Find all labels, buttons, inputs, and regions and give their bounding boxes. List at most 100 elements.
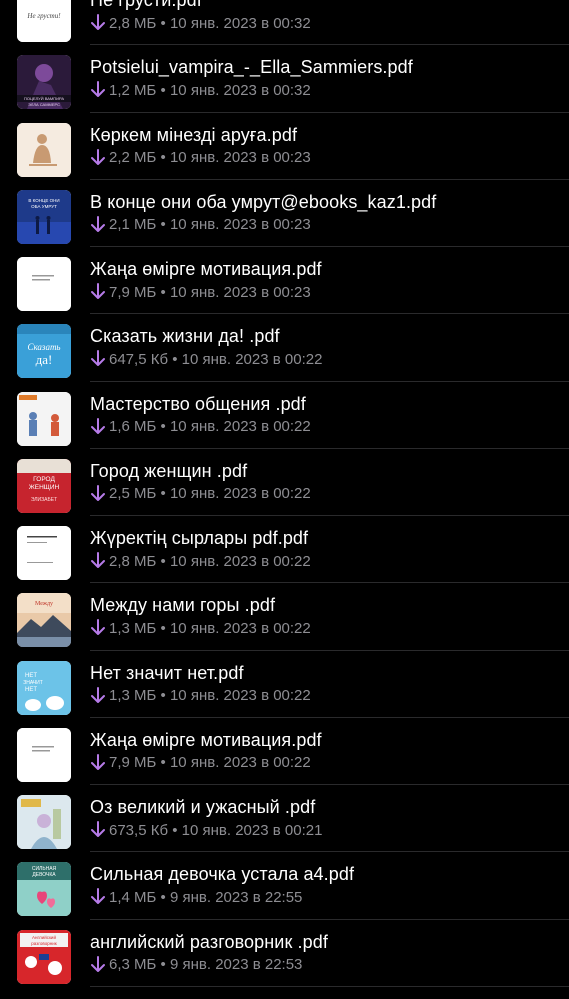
- meta-separator: •: [160, 552, 166, 570]
- file-row[interactable]: Жаңа өмірге мотивация.pdf 7,9 МБ • 10 ян…: [0, 718, 569, 785]
- svg-text:ЗНАЧИТ: ЗНАЧИТ: [23, 680, 43, 686]
- file-row[interactable]: ГОРОД ЖЕНЩИН ЭЛИЗАБЕТ Город женщин .pdf …: [0, 449, 569, 516]
- download-arrow-icon: [91, 417, 105, 434]
- file-date: 10 янв. 2023 в 00:22: [181, 350, 323, 368]
- file-meta: 1,3 МБ • 10 янв. 2023 в 00:22: [90, 619, 311, 637]
- file-size: 7,9 МБ: [109, 754, 157, 772]
- file-thumbnail: Не грусти!: [17, 0, 71, 42]
- file-date: 10 янв. 2023 в 00:22: [169, 418, 311, 435]
- file-row[interactable]: Мастерство общения .pdf 1,6 МБ • 10 янв.…: [0, 382, 569, 449]
- book-cover-icon: [17, 727, 71, 782]
- svg-text:Английский: Английский: [32, 934, 56, 940]
- file-thumbnail: ПОЦЕЛУЙ ВАМПИРА ЭЛЛА САММЕРС: [17, 55, 71, 110]
- file-row[interactable]: СИЛЬНАЯ ДЕВОЧКА Сильная девочка устала а…: [0, 852, 569, 920]
- file-row[interactable]: Көркем мінезді аруға.pdf 2,2 МБ • 10 янв…: [0, 113, 569, 180]
- file-size: 6,3 МБ: [109, 956, 157, 973]
- download-arrow-icon: [91, 215, 105, 232]
- file-date: 10 янв. 2023 в 00:32: [169, 14, 311, 32]
- file-size: 1,6 МБ: [109, 418, 157, 435]
- download-arrow-icon: [91, 619, 105, 636]
- svg-text:ДЕВОЧКА: ДЕВОЧКА: [32, 872, 56, 878]
- file-size: 2,8 МБ: [109, 552, 157, 570]
- file-meta: 2,8 МБ • 10 янв. 2023 в 00:32: [90, 14, 311, 32]
- row-divider: [90, 985, 569, 987]
- file-meta: 1,3 МБ • 10 янв. 2023 в 00:22: [90, 686, 311, 705]
- svg-text:ЭЛИЗАБЕТ: ЭЛИЗАБЕТ: [31, 497, 57, 503]
- file-row[interactable]: Английский разговорник английский разгов…: [0, 920, 569, 987]
- file-name: Жаңа өмірге мотивация.pdf: [90, 729, 322, 750]
- book-cover-icon: Между: [17, 593, 71, 648]
- file-date: 10 янв. 2023 в 00:21: [181, 821, 323, 839]
- file-meta: 7,9 МБ • 10 янв. 2023 в 00:22: [90, 753, 311, 772]
- download-arrow-icon: [91, 955, 105, 972]
- file-row[interactable]: Жүректің сырлары pdf.pdf 2,8 МБ • 10 янв…: [0, 516, 569, 584]
- file-date: 9 янв. 2023 в 22:53: [169, 956, 303, 973]
- file-row[interactable]: Оз великий и ужасный .pdf 673,5 Кб • 10 …: [0, 785, 569, 853]
- file-size: 647,5 Кб: [109, 350, 169, 368]
- svg-text:ГОРОД: ГОРОД: [33, 476, 55, 483]
- file-meta: 2,2 МБ • 10 янв. 2023 в 00:23: [90, 148, 311, 167]
- file-row[interactable]: Между Между нами горы .pdf 1,3 МБ • 10 я…: [0, 583, 569, 651]
- svg-text:ОБА УМРУТ: ОБА УМРУТ: [31, 204, 57, 209]
- file-row[interactable]: Жаңа өмірге мотивация.pdf 7,9 МБ • 10 ян…: [0, 247, 569, 315]
- meta-separator: •: [160, 149, 166, 166]
- file-thumbnail: [17, 727, 71, 782]
- file-meta: 1,4 МБ • 9 янв. 2023 в 22:55: [90, 888, 302, 906]
- file-name: Нет значит нет.pdf: [90, 662, 244, 683]
- download-arrow-icon: [91, 552, 105, 568]
- file-name: английский разговорник .pdf: [90, 931, 328, 952]
- file-thumbnail: [17, 391, 71, 446]
- file-thumbnail: Между: [17, 593, 71, 648]
- file-name: Оз великий и ужасный .pdf: [90, 797, 316, 817]
- file-row[interactable]: НЕТ ЗНАЧИТ НЕТ Нет значит нет.pdf 1,3 МБ…: [0, 651, 569, 718]
- meta-separator: •: [160, 888, 166, 906]
- file-meta: 647,5 Кб • 10 янв. 2023 в 00:22: [90, 350, 322, 368]
- file-row[interactable]: Сказать да! Сказать жизни да! .pdf 647,5…: [0, 314, 569, 382]
- file-name: Жүректің сырлары pdf.pdf: [90, 528, 309, 548]
- book-cover-icon: В КОНЦЕ ОНИ ОБА УМРУТ: [17, 189, 71, 244]
- book-cover-icon: Сказать да!: [17, 324, 71, 379]
- file-thumbnail: [17, 526, 71, 580]
- meta-separator: •: [160, 956, 166, 973]
- file-row[interactable]: В КОНЦЕ ОНИ ОБА УМРУТ В конце они оба ум…: [0, 180, 569, 247]
- download-arrow-icon: [91, 753, 105, 770]
- download-arrow-icon: [91, 81, 105, 98]
- file-thumbnail: Английский разговорник: [17, 929, 71, 984]
- download-arrow-icon: [91, 888, 105, 905]
- book-cover-icon: [17, 526, 71, 580]
- file-name: Жаңа өмірге мотивация.pdf: [90, 259, 322, 279]
- file-thumbnail: Сказать да!: [17, 324, 71, 379]
- svg-text:ЭЛЛА САММЕРС: ЭЛЛА САММЕРС: [28, 102, 60, 107]
- file-name: Не грусти.pdf: [90, 0, 202, 10]
- file-size: 1,3 МБ: [109, 687, 157, 704]
- file-date: 9 янв. 2023 в 22:55: [169, 888, 303, 906]
- svg-text:разговорник: разговорник: [31, 941, 56, 946]
- book-cover-icon: НЕТ ЗНАЧИТ НЕТ: [17, 660, 71, 715]
- file-meta: 2,8 МБ • 10 янв. 2023 в 00:22: [90, 552, 311, 570]
- file-name: Сказать жизни да! .pdf: [90, 326, 280, 347]
- file-thumbnail: [17, 122, 71, 177]
- meta-separator: •: [160, 619, 166, 637]
- book-cover-icon: ГОРОД ЖЕНЩИН ЭЛИЗАБЕТ: [17, 458, 71, 513]
- file-row[interactable]: Не грусти! Не грусти.pdf 2,8 МБ • 10 янв…: [0, 0, 569, 46]
- file-size: 2,5 МБ: [109, 485, 157, 503]
- file-name: Potsielui_vampira_-_Ella_Sammiers.pdf: [90, 57, 413, 78]
- download-arrow-icon: [91, 350, 105, 367]
- file-size: 2,2 МБ: [109, 149, 157, 166]
- file-size: 1,2 МБ: [109, 81, 157, 99]
- svg-text:Между: Между: [35, 601, 53, 607]
- file-meta: 1,6 МБ • 10 янв. 2023 в 00:22: [90, 417, 311, 436]
- file-name: Көркем мінезді аруға.pdf: [90, 124, 298, 145]
- file-date: 10 янв. 2023 в 00:22: [169, 619, 311, 637]
- file-row[interactable]: ПОЦЕЛУЙ ВАМПИРА ЭЛЛА САММЕРС Potsielui_v…: [0, 45, 569, 113]
- file-name: Город женщин .pdf: [90, 460, 248, 481]
- meta-separator: •: [160, 283, 166, 301]
- file-meta: 7,9 МБ • 10 янв. 2023 в 00:23: [90, 283, 311, 301]
- meta-separator: •: [160, 754, 166, 772]
- book-cover-icon: ПОЦЕЛУЙ ВАМПИРА ЭЛЛА САММЕРС: [17, 55, 71, 110]
- file-date: 10 янв. 2023 в 00:22: [169, 754, 311, 772]
- file-name: Сильная девочка устала а4.pdf: [90, 864, 355, 885]
- meta-separator: •: [160, 81, 166, 99]
- svg-text:ПОЦЕЛУЙ ВАМПИРА: ПОЦЕЛУЙ ВАМПИРА: [24, 96, 64, 101]
- book-cover-icon: СИЛЬНАЯ ДЕВОЧКА: [17, 862, 71, 917]
